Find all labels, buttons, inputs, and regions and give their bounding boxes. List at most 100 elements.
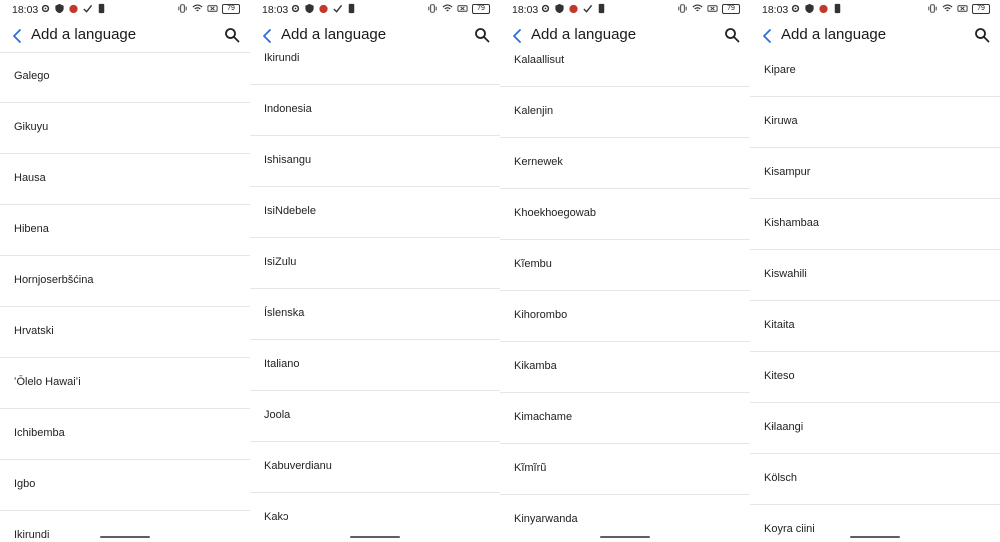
check-icon [583,4,593,13]
language-item[interactable]: Kɨlaangi [750,403,1000,454]
vibrate-icon [678,4,687,13]
language-item[interactable]: Italiano [250,340,500,391]
app-bar: Add a language [0,20,250,52]
status-bar: 18:03 79 [750,0,1000,20]
gesture-nav-bar[interactable] [600,536,650,538]
language-list: Galego Gikuyu Hausa Hibena Hornjoserbšći… [0,52,250,542]
language-item[interactable]: Kernewek [500,138,750,189]
language-item[interactable]: Joola [250,391,500,442]
language-item[interactable]: Ishisangu [250,136,500,187]
language-item[interactable]: Kĩembu [500,240,750,291]
search-icon[interactable] [224,27,240,43]
system-status-icons: 79 [927,3,990,14]
language-item[interactable]: Hrvatski [0,307,250,358]
language-item[interactable]: IsiZulu [250,238,500,289]
language-list: Ikirundi Indonesia Ishisangu IsiNdebele … [250,52,500,542]
language-item[interactable]: Kalenjin [500,87,750,138]
language-item[interactable]: IsiNdebele [250,187,500,238]
no-sim-icon [957,5,968,12]
language-item[interactable]: Kĩmĩrũ [500,444,750,495]
language-item[interactable]: Kihorombo [500,291,750,342]
back-arrow-icon[interactable] [10,27,26,45]
language-item[interactable]: Hornjoserbšćina [0,256,250,307]
language-item[interactable]: Khoekhoegowab [500,189,750,240]
language-item[interactable]: Kipare [750,46,1000,97]
language-item[interactable]: Kinyarwanda [500,495,750,542]
language-item[interactable]: Gikuyu [0,103,250,154]
language-label: Hibena [14,223,49,235]
shield-icon [55,3,64,14]
system-status-icons: 79 [677,3,740,14]
phone-screen-3: 18:03 79 Add a language Kalaallisut Kale [500,0,750,542]
language-label: Kipare [764,64,796,76]
shield-icon [555,3,564,14]
phone-screen-1: 18:03 79 Add a language Galego Gikuyu Ha… [0,0,250,542]
language-label: Kalaallisut [514,54,565,66]
back-arrow-icon[interactable] [760,27,776,45]
no-sim-icon [707,5,718,12]
language-item[interactable]: Kisampur [750,148,1000,199]
language-label: Kiruwa [764,115,798,127]
page-title: Add a language [31,26,137,43]
language-label: Kabuverdianu [264,460,332,472]
language-item[interactable]: Ichibemba [0,409,250,460]
wifi-icon [692,4,703,12]
language-label: Kihorombo [514,309,568,321]
sd-card-icon [598,3,605,14]
vibrate-icon [178,4,187,13]
wifi-icon [442,4,453,12]
language-label: Kiswahili [764,268,807,280]
language-item[interactable]: Kiruwa [750,97,1000,148]
language-label: Kernewek [514,156,563,168]
language-list: Kipare Kiruwa Kisampur Kishambaa Kiswahi… [750,52,1000,542]
language-label: Koyra ciini [764,523,815,535]
sd-card-icon [834,3,841,14]
language-item[interactable]: Kabuverdianu [250,442,500,493]
language-label: Khoekhoegowab [514,207,596,219]
language-item[interactable]: Hausa [0,154,250,205]
battery-indicator: 79 [222,3,240,14]
language-label: Íslenska [264,307,305,319]
language-item[interactable]: Íslenska [250,289,500,340]
vibrate-icon [428,4,437,13]
gesture-nav-bar[interactable] [350,536,400,538]
wifi-icon [192,4,203,12]
language-item[interactable]: Kishambaa [750,199,1000,250]
language-item[interactable]: Kimachame [500,393,750,444]
page-title: Add a language [781,26,887,43]
language-item[interactable]: Indonesia [250,85,500,136]
language-item[interactable]: Igbo [0,460,250,511]
battery-indicator: 79 [472,3,490,14]
status-time: 18:03 [512,4,539,16]
language-item[interactable]: ʻŌlelo Hawaiʻi [0,358,250,409]
app-notification-icon [819,4,828,14]
language-item[interactable]: Kikamba [500,342,750,393]
language-item[interactable]: Kölsch [750,454,1000,505]
language-item[interactable]: Hibena [0,205,250,256]
notification-icons [290,3,357,14]
language-label: Gikuyu [14,121,49,133]
language-label: Kakɔ [264,511,289,523]
gesture-nav-bar[interactable] [850,536,900,538]
search-icon[interactable] [974,27,990,43]
language-label: Ikirundi [264,52,300,64]
language-label: Kisampur [764,166,811,178]
status-bar: 18:03 79 [0,0,250,20]
phone-screen-2: 18:03 79 Add a language Ikirundi Indones [250,0,500,542]
language-item[interactable]: Kitaita [750,301,1000,352]
language-item[interactable]: Kiswahili [750,250,1000,301]
language-item[interactable]: Kakɔ [250,493,500,542]
app-notification-icon [569,4,578,14]
gesture-nav-bar[interactable] [100,536,150,538]
language-item[interactable]: Kalaallisut [500,36,750,87]
phone-screen-4: 18:03 79 Add a language Kipare Kiruwa Ki… [750,0,1000,542]
status-time: 18:03 [262,4,289,16]
language-label: Joola [264,409,291,421]
wifi-icon [942,4,953,12]
status-time: 18:03 [12,4,39,16]
language-item[interactable]: Galego [0,52,250,103]
language-item[interactable]: Kiteso [750,352,1000,403]
language-label: Kiteso [764,370,795,382]
language-item[interactable]: Ikirundi [250,34,500,85]
language-label: Kishambaa [764,217,820,229]
